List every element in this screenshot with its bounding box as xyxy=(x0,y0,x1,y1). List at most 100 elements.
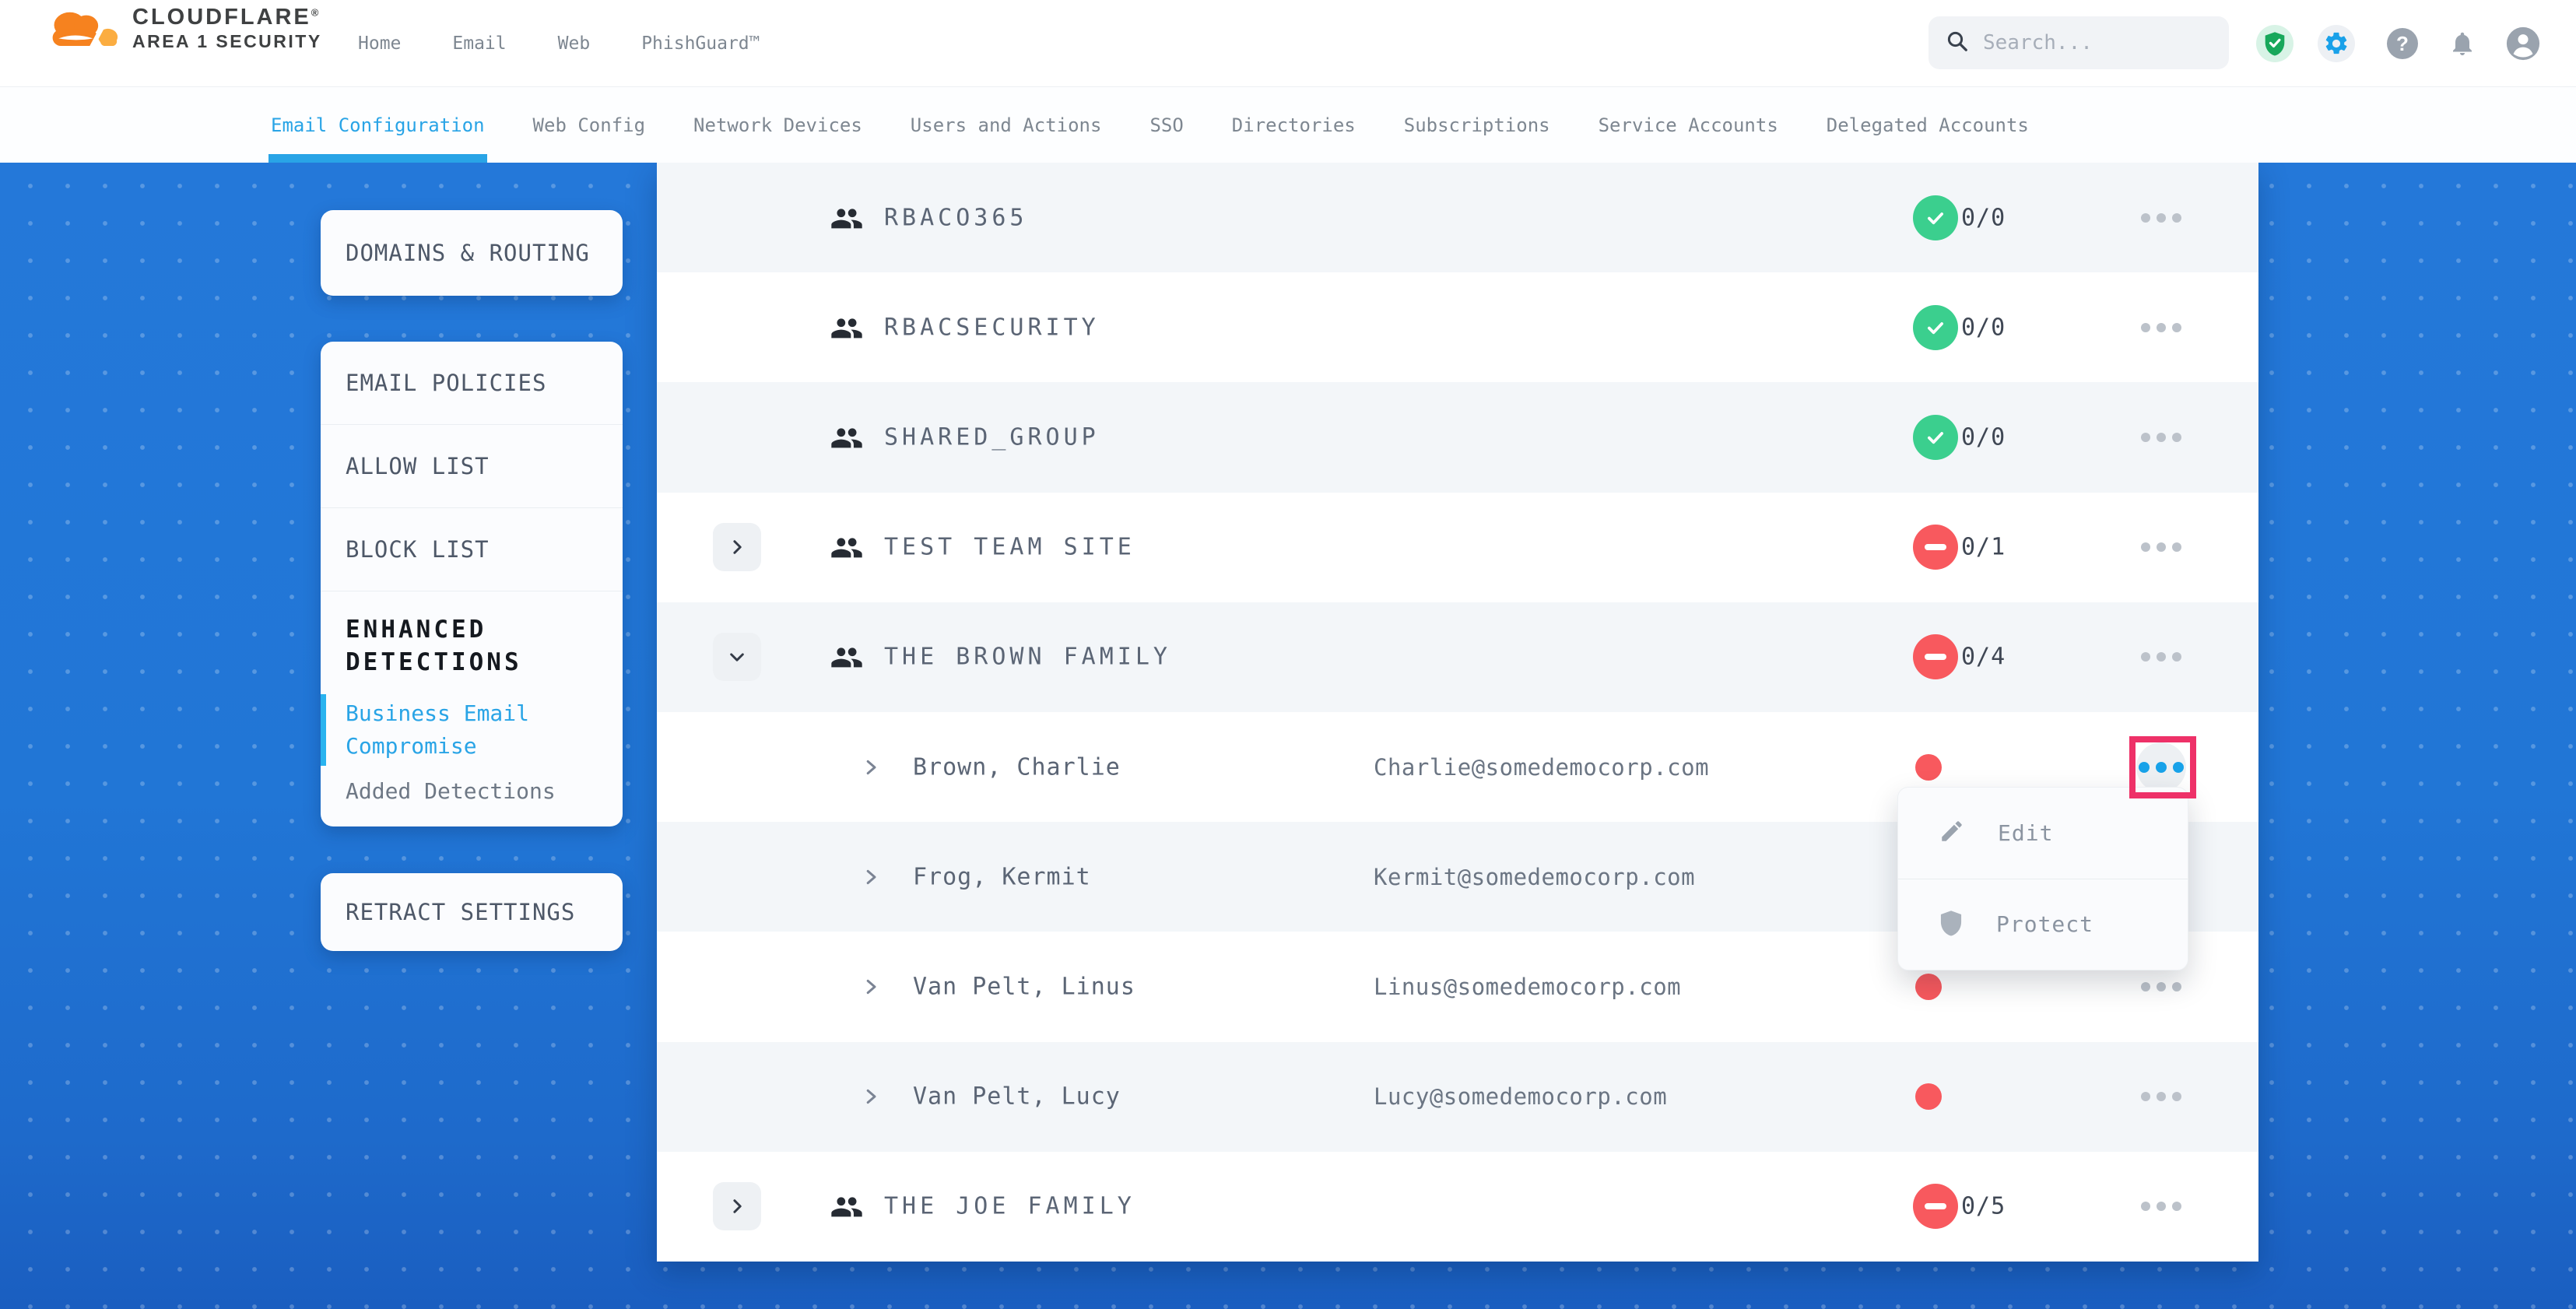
protection-count: 0/5 xyxy=(1961,1193,2006,1220)
user-email: Kermit@somedemocorp.com xyxy=(1374,864,1695,890)
tab-email-configuration[interactable]: Email Configuration xyxy=(271,87,485,163)
status-badge-fail xyxy=(1913,1184,1958,1229)
search-icon xyxy=(1946,30,1969,56)
collapse-chevron-button[interactable] xyxy=(713,633,761,681)
row-menu-button[interactable] xyxy=(2136,632,2186,682)
nav-item-web[interactable]: Web xyxy=(558,33,591,54)
sidebar-card-domains-routing[interactable]: DOMAINS & ROUTING xyxy=(321,210,623,296)
group-name: TEST TEAM SITE xyxy=(884,534,1135,561)
menu-item-edit[interactable]: Edit xyxy=(1898,788,2188,879)
table-row[interactable]: THE BROWN FAMILY 0/4 xyxy=(657,602,2258,712)
notifications-bell-icon[interactable] xyxy=(2444,25,2481,62)
user-chevron-icon xyxy=(862,977,881,996)
help-icon[interactable]: ? xyxy=(2384,25,2421,62)
group-name: THE BROWN FAMILY xyxy=(884,644,1171,671)
group-icon xyxy=(830,1193,864,1220)
user-email: Charlie@somedemocorp.com xyxy=(1374,754,1709,781)
user-chevron-icon xyxy=(862,758,881,777)
tab-delegated-accounts[interactable]: Delegated Accounts xyxy=(1827,87,2029,163)
menu-item-label: Protect xyxy=(1996,911,2093,937)
sidebar-item-allow-list[interactable]: ALLOW LIST xyxy=(321,425,623,508)
secondary-nav: Email Configuration Web Config Network D… xyxy=(0,87,2576,163)
row-menu-button[interactable] xyxy=(2136,412,2186,462)
brand-name: CLOUDFLARE® xyxy=(132,5,318,30)
menu-item-protect[interactable]: Protect xyxy=(1898,879,2188,970)
user-name: Van Pelt, Linus xyxy=(913,973,1135,1000)
sidebar-item-enhanced-detections[interactable]: ENHANCED DETECTIONS xyxy=(321,591,623,691)
sidebar-item-email-policies[interactable]: EMAIL POLICIES xyxy=(321,342,623,425)
user-email: Linus@somedemocorp.com xyxy=(1374,974,1681,1000)
row-menu-button[interactable] xyxy=(2136,522,2186,572)
table-row[interactable]: Van Pelt, Lucy Lucy@somedemocorp.com xyxy=(657,1042,2258,1152)
search-input[interactable] xyxy=(1983,31,2201,54)
tab-network-devices[interactable]: Network Devices xyxy=(693,87,862,163)
group-name: RBACSECURITY xyxy=(884,314,1100,341)
row-context-menu: Edit Protect xyxy=(1897,787,2188,970)
protection-status-shield-icon[interactable] xyxy=(2256,25,2293,62)
expand-chevron-button[interactable] xyxy=(713,523,761,571)
sidebar-item-block-list[interactable]: BLOCK LIST xyxy=(321,508,623,591)
table-row[interactable]: RBACO365 0/0 xyxy=(657,163,2258,272)
status-badge-fail xyxy=(1913,525,1958,570)
cloudflare-cloud-icon xyxy=(45,5,120,53)
app-header: CLOUDFLARE® AREA 1 SECURITY Home Email W… xyxy=(0,0,2576,87)
tab-web-config[interactable]: Web Config xyxy=(533,87,646,163)
groups-table: RBACO365 0/0 RBACSECURITY 0/0 SHARED_GRO… xyxy=(657,163,2258,1262)
settings-gear-icon[interactable] xyxy=(2318,25,2355,62)
risk-dot xyxy=(1915,1083,1942,1110)
account-avatar-icon[interactable] xyxy=(2504,25,2542,62)
group-icon xyxy=(830,424,864,451)
row-menu-button[interactable] xyxy=(2136,303,2186,353)
user-chevron-icon xyxy=(862,868,881,886)
group-icon xyxy=(830,314,864,341)
user-email: Lucy@somedemocorp.com xyxy=(1374,1083,1667,1110)
status-badge-fail xyxy=(1913,634,1958,679)
expand-chevron-button[interactable] xyxy=(713,1182,761,1230)
nav-item-phishguard[interactable]: PhishGuard™ xyxy=(641,33,760,54)
shield-icon xyxy=(1939,910,1964,939)
status-badge-pass xyxy=(1913,415,1958,460)
tab-users-and-actions[interactable]: Users and Actions xyxy=(911,87,1102,163)
protection-count: 0/4 xyxy=(1961,644,2006,671)
protection-count: 0/0 xyxy=(1961,423,2006,451)
risk-dot xyxy=(1915,974,1942,1000)
sidebar-card-retract-settings[interactable]: RETRACT SETTINGS xyxy=(321,873,623,951)
group-icon xyxy=(830,534,864,560)
table-row[interactable]: TEST TEAM SITE 0/1 xyxy=(657,493,2258,602)
group-name: SHARED_GROUP xyxy=(884,423,1100,451)
group-icon xyxy=(830,205,864,231)
brand-subtitle: AREA 1 SECURITY xyxy=(132,31,322,52)
cloudflare-logo[interactable]: CLOUDFLARE® AREA 1 SECURITY xyxy=(45,5,322,53)
search-box xyxy=(1928,16,2229,69)
tab-service-accounts[interactable]: Service Accounts xyxy=(1599,87,1778,163)
tab-subscriptions[interactable]: Subscriptions xyxy=(1404,87,1550,163)
group-name: THE JOE FAMILY xyxy=(884,1193,1135,1220)
pencil-icon xyxy=(1939,818,1965,848)
row-menu-button[interactable] xyxy=(2136,193,2186,243)
user-name: Van Pelt, Lucy xyxy=(913,1083,1121,1111)
nav-item-home[interactable]: Home xyxy=(358,33,401,54)
table-row[interactable]: RBACSECURITY 0/0 xyxy=(657,272,2258,382)
risk-dot xyxy=(1915,754,1942,781)
tab-directories[interactable]: Directories xyxy=(1232,87,1356,163)
table-row[interactable]: THE JOE FAMILY 0/5 xyxy=(657,1152,2258,1262)
tab-sso[interactable]: SSO xyxy=(1149,87,1183,163)
group-name: RBACO365 xyxy=(884,204,1028,231)
sidebar-item-added-detections[interactable]: Added Detections xyxy=(321,769,623,827)
group-icon xyxy=(830,644,864,670)
registered-mark: ® xyxy=(311,6,319,18)
sidebar-card-policies: EMAIL POLICIES ALLOW LIST BLOCK LIST ENH… xyxy=(321,342,623,826)
sidebar-item-domains-routing[interactable]: DOMAINS & ROUTING xyxy=(346,240,590,266)
nav-item-email[interactable]: Email xyxy=(452,33,506,54)
user-name: Frog, Kermit xyxy=(913,863,1091,890)
status-badge-pass xyxy=(1913,195,1958,240)
row-menu-button[interactable] xyxy=(2136,1181,2186,1231)
row-menu-button[interactable] xyxy=(2136,1072,2186,1121)
row-menu-button-open[interactable] xyxy=(2136,742,2186,792)
primary-nav: Home Email Web PhishGuard™ xyxy=(358,0,760,87)
status-badge-pass xyxy=(1913,305,1958,350)
sidebar-item-retract-settings[interactable]: RETRACT SETTINGS xyxy=(346,899,575,925)
table-row[interactable]: SHARED_GROUP 0/0 xyxy=(657,382,2258,492)
user-chevron-icon xyxy=(862,1087,881,1106)
sidebar-item-business-email-compromise[interactable]: Business Email Compromise xyxy=(321,691,623,769)
